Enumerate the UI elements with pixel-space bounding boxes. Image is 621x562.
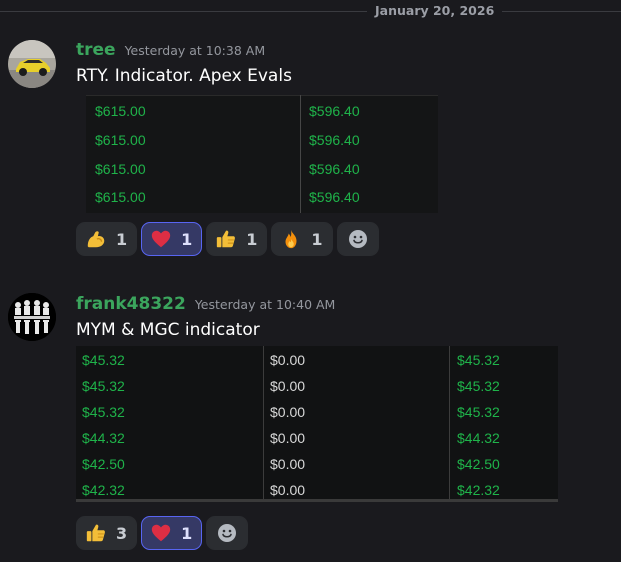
reaction-flexed-biceps[interactable]: 1 bbox=[76, 222, 138, 256]
message-text: MYM & MGC indicator bbox=[76, 320, 260, 340]
table-cell: $615.00 bbox=[95, 103, 146, 119]
table-cell: $42.50 bbox=[82, 456, 125, 472]
reaction-count: 1 bbox=[311, 229, 323, 249]
table-cell: $42.32 bbox=[82, 482, 125, 498]
message-header: tree Yesterday at 10:38 AM bbox=[76, 40, 265, 60]
table-border bbox=[86, 95, 438, 96]
table-cell: $615.00 bbox=[95, 161, 146, 177]
red-heart-icon bbox=[151, 524, 171, 542]
add-reaction-button[interactable] bbox=[336, 222, 379, 256]
car-avatar-image bbox=[8, 40, 56, 88]
table-cell: $45.32 bbox=[457, 352, 500, 368]
reaction-count: 3 bbox=[116, 523, 128, 543]
avatar[interactable] bbox=[8, 40, 56, 88]
reaction-count: 1 bbox=[116, 229, 128, 249]
group-silhouette-avatar-image bbox=[8, 293, 56, 341]
column-divider bbox=[449, 346, 450, 502]
smiley-add-reaction-icon bbox=[348, 230, 367, 248]
spreadsheet-screenshot[interactable]: $615.00 $615.00 $615.00 $615.00 $596.40 … bbox=[86, 95, 438, 213]
column-divider bbox=[263, 346, 264, 502]
reaction-thumbs-up[interactable]: 1 bbox=[206, 222, 268, 256]
thumbs-up-icon bbox=[86, 524, 105, 542]
red-heart-icon bbox=[151, 230, 171, 248]
table-cell: $0.00 bbox=[270, 456, 306, 472]
column-divider bbox=[300, 95, 301, 213]
reaction-count: 1 bbox=[181, 229, 193, 249]
table-cell: $0.00 bbox=[270, 482, 306, 498]
table-cell: $0.00 bbox=[270, 378, 306, 394]
table-cell: $44.32 bbox=[457, 430, 500, 446]
reaction-thumbs-up[interactable]: 3 bbox=[76, 516, 138, 550]
table-cell: $42.50 bbox=[457, 456, 500, 472]
smiley-add-reaction-icon bbox=[218, 524, 237, 542]
reaction-count: 1 bbox=[181, 523, 193, 543]
table-cell: $42.32 bbox=[457, 482, 500, 498]
flexed-biceps-icon bbox=[87, 231, 105, 248]
spreadsheet-screenshot[interactable]: $45.32 $45.32 $45.32 $44.32 $42.50 $42.3… bbox=[76, 346, 558, 502]
reaction-red-heart[interactable]: 1 bbox=[141, 222, 203, 256]
message-header: frank48322 Yesterday at 10:40 AM bbox=[76, 294, 335, 314]
table-cell: $45.32 bbox=[82, 352, 125, 368]
reactions-bar: 1 1 1 1 bbox=[76, 222, 379, 256]
table-cell: $0.00 bbox=[270, 404, 306, 420]
table-cell: $615.00 bbox=[95, 132, 146, 148]
reactions-bar: 3 1 bbox=[76, 516, 249, 550]
reaction-red-heart[interactable]: 1 bbox=[141, 516, 203, 550]
reaction-count: 1 bbox=[246, 229, 258, 249]
username[interactable]: tree bbox=[76, 40, 116, 60]
table-cell: $45.32 bbox=[457, 404, 500, 420]
table-cell: $45.32 bbox=[82, 378, 125, 394]
fire-icon bbox=[285, 229, 297, 249]
table-cell: $45.32 bbox=[457, 378, 500, 394]
thumbs-up-icon bbox=[217, 230, 236, 248]
table-cell: $596.40 bbox=[309, 103, 360, 119]
username[interactable]: frank48322 bbox=[76, 294, 186, 314]
table-cell: $44.32 bbox=[82, 430, 125, 446]
date-divider-label: January 20, 2026 bbox=[367, 3, 503, 18]
table-cell: $596.40 bbox=[309, 189, 360, 205]
timestamp[interactable]: Yesterday at 10:38 AM bbox=[125, 43, 266, 58]
table-cell: $0.00 bbox=[270, 430, 306, 446]
message-text: RTY. Indicator. Apex Evals bbox=[76, 66, 292, 86]
date-divider: January 20, 2026 bbox=[0, 0, 621, 24]
reaction-fire[interactable]: 1 bbox=[271, 222, 333, 256]
timestamp[interactable]: Yesterday at 10:40 AM bbox=[195, 297, 336, 312]
add-reaction-button[interactable] bbox=[206, 516, 249, 550]
divider-line bbox=[0, 11, 621, 12]
table-cell: $596.40 bbox=[309, 132, 360, 148]
table-cell: $615.00 bbox=[95, 189, 146, 205]
table-cell: $596.40 bbox=[309, 161, 360, 177]
table-cell: $45.32 bbox=[82, 404, 125, 420]
avatar[interactable] bbox=[8, 293, 56, 341]
table-cell: $0.00 bbox=[270, 352, 306, 368]
